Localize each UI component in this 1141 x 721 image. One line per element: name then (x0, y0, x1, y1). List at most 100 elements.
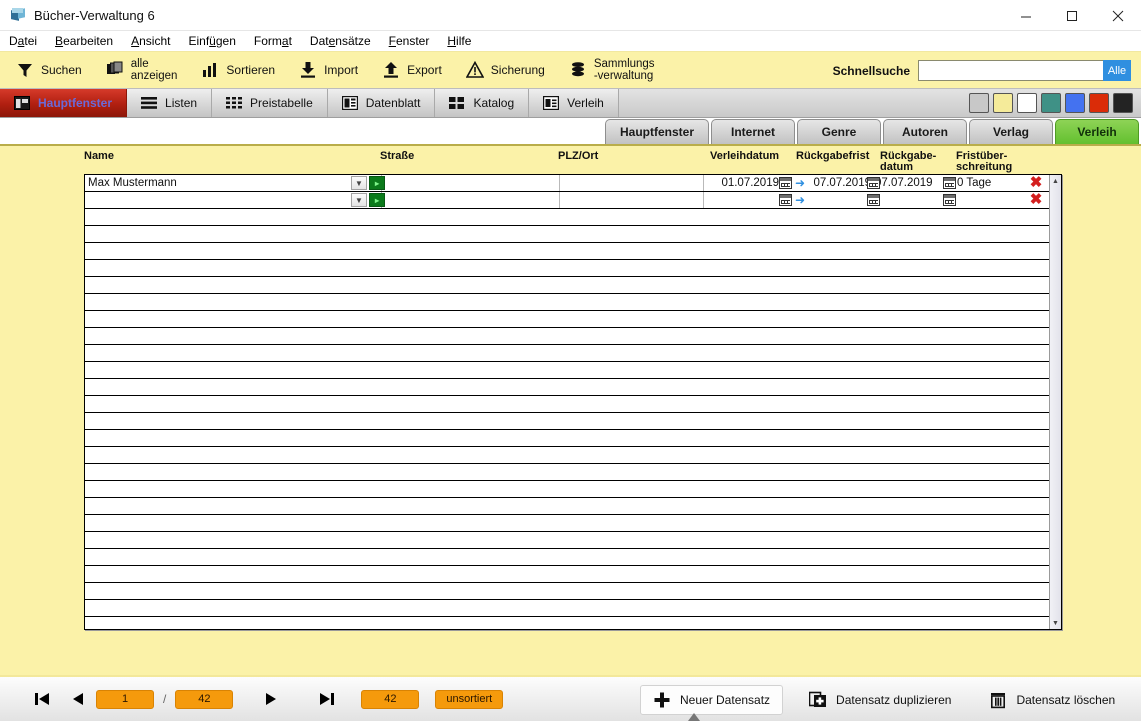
close-button[interactable] (1095, 0, 1141, 31)
calendar-icon[interactable] (779, 177, 792, 189)
menu-item-ansicht[interactable]: Ansicht (131, 34, 179, 48)
table-cell[interactable]: 01.07.2019 (703, 175, 779, 191)
table-row[interactable] (85, 396, 1049, 413)
toolbar-button-suchen[interactable]: Suchen (0, 52, 94, 89)
delete-record-button[interactable]: Datensatz löschen (977, 685, 1127, 715)
table-cell[interactable] (797, 192, 871, 208)
minimize-button[interactable] (1003, 0, 1049, 31)
calendar-icon[interactable] (867, 177, 880, 189)
table-row[interactable] (85, 379, 1049, 396)
swatch-yellow[interactable] (993, 93, 1013, 113)
table-row[interactable] (85, 260, 1049, 277)
red-x-icon[interactable]: ✖ (1029, 193, 1043, 207)
table-row[interactable] (85, 430, 1049, 447)
swatch-teal[interactable] (1041, 93, 1061, 113)
tab-verlag[interactable]: Verlag (969, 119, 1053, 144)
next-record-button[interactable] (253, 684, 289, 714)
previous-record-button[interactable] (60, 684, 96, 714)
table-row[interactable] (85, 362, 1049, 379)
table-row[interactable]: ▼▸➜✖ (85, 192, 1049, 209)
sort-state-badge[interactable]: unsortiert (435, 690, 503, 709)
menu-item-bearbeiten[interactable]: Bearbeiten (55, 34, 122, 48)
table-row[interactable] (85, 549, 1049, 566)
swatch-gray[interactable] (969, 93, 989, 113)
table-row[interactable] (85, 600, 1049, 617)
table-cell[interactable]: 07.07.2019 (875, 175, 949, 191)
table-row[interactable] (85, 328, 1049, 345)
record-count-field[interactable]: 42 (361, 690, 419, 709)
view-button-datenblatt[interactable]: Datenblatt (328, 89, 436, 117)
last-record-button[interactable] (309, 684, 345, 714)
menu-item-datei[interactable]: Datei (9, 34, 46, 48)
menu-item-fenster[interactable]: Fenster (389, 34, 439, 48)
total-pages-field[interactable]: 42 (175, 690, 233, 709)
table-row[interactable] (85, 226, 1049, 243)
view-button-katalog[interactable]: Katalog (435, 89, 529, 117)
green-go-icon[interactable]: ▸ (369, 193, 385, 207)
table-row[interactable] (85, 464, 1049, 481)
menu-item-hilfe[interactable]: Hilfe (447, 34, 480, 48)
tab-hauptfenster[interactable]: Hauptfenster (605, 119, 709, 144)
lending-grid[interactable]: Max Mustermann 01.07.2019 07.07.201907.07.… (84, 174, 1062, 630)
chevron-down-icon[interactable]: ▼ (351, 176, 367, 190)
table-cell[interactable]: Max Mustermann (88, 175, 348, 191)
menu-item-datensaetze[interactable]: Datensätze (310, 34, 380, 48)
view-button-listen[interactable]: Listen (127, 89, 212, 117)
table-row[interactable] (85, 515, 1049, 532)
tab-genre[interactable]: Genre (797, 119, 881, 144)
menu-item-format[interactable]: Format (254, 34, 301, 48)
table-row[interactable] (85, 277, 1049, 294)
quicksearch-all-button[interactable]: Alle (1103, 60, 1131, 81)
duplicate-record-button[interactable]: Datensatz duplizieren (797, 685, 963, 715)
view-button-hauptfenster[interactable]: Hauptfenster (0, 89, 127, 117)
table-cell[interactable] (703, 192, 779, 208)
green-go-icon[interactable]: ▸ (369, 176, 385, 190)
table-cell[interactable] (385, 192, 555, 208)
table-row[interactable] (85, 311, 1049, 328)
toolbar-button-export[interactable]: Export (370, 52, 454, 89)
table-cell[interactable] (88, 192, 348, 208)
view-button-verleih[interactable]: Verleih (529, 89, 619, 117)
table-cell[interactable] (875, 192, 949, 208)
table-cell[interactable] (563, 192, 699, 208)
red-x-icon[interactable]: ✖ (1029, 176, 1043, 190)
toolbar-button-sammlungsverwaltung[interactable]: Sammlungs -verwaltung (557, 52, 667, 89)
chevron-down-icon[interactable]: ▼ (351, 193, 367, 207)
quicksearch-input[interactable] (918, 60, 1103, 81)
table-cell[interactable] (957, 192, 1027, 208)
table-row[interactable] (85, 566, 1049, 583)
table-row[interactable] (85, 481, 1049, 498)
view-button-preistabelle[interactable]: Preistabelle (212, 89, 328, 117)
calendar-icon[interactable] (867, 194, 880, 206)
table-row[interactable] (85, 209, 1049, 226)
table-row[interactable] (85, 447, 1049, 464)
table-row[interactable] (85, 532, 1049, 549)
table-row[interactable] (85, 243, 1049, 260)
first-record-button[interactable] (24, 684, 60, 714)
table-row[interactable] (85, 294, 1049, 311)
table-row[interactable] (85, 413, 1049, 430)
table-row[interactable] (85, 498, 1049, 515)
tab-internet[interactable]: Internet (711, 119, 795, 144)
toolbar-button-sortieren[interactable]: Sortieren (189, 52, 287, 89)
table-row[interactable] (85, 345, 1049, 362)
new-record-button[interactable]: Neuer Datensatz (640, 685, 783, 715)
maximize-button[interactable] (1049, 0, 1095, 31)
swatch-black[interactable] (1113, 93, 1133, 113)
tab-verleih[interactable]: Verleih (1055, 119, 1139, 144)
calendar-icon[interactable] (779, 194, 792, 206)
swatch-white[interactable] (1017, 93, 1037, 113)
table-cell[interactable]: 07.07.2019 (797, 175, 871, 191)
calendar-icon[interactable] (943, 194, 956, 206)
table-cell[interactable] (563, 175, 699, 191)
scroll-up-icon[interactable]: ▲ (1050, 175, 1061, 187)
table-row[interactable]: Max Mustermann 01.07.2019 07.07.201907.07.… (85, 175, 1049, 192)
current-page-field[interactable]: 1 (96, 690, 154, 709)
tab-autoren[interactable]: Autoren (883, 119, 967, 144)
menu-item-einfuegen[interactable]: Einfügen (188, 34, 244, 48)
grid-vertical-scrollbar[interactable]: ▲ ▼ (1049, 175, 1061, 629)
toolbar-button-alle-anzeigen[interactable]: alle anzeigen (94, 52, 190, 89)
table-row[interactable] (85, 617, 1049, 629)
table-row[interactable] (85, 583, 1049, 600)
calendar-icon[interactable] (943, 177, 956, 189)
